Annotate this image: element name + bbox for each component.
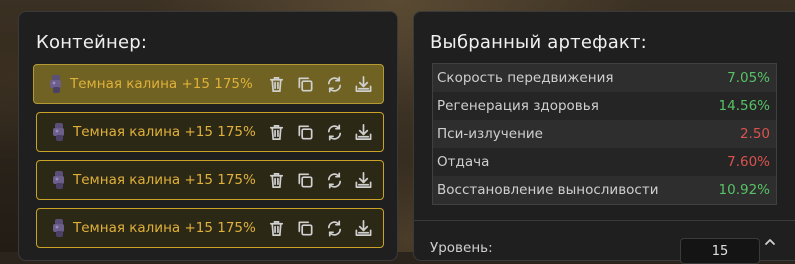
trash-icon[interactable]: [266, 122, 286, 142]
artifact-thumbnail-icon: [53, 171, 64, 189]
stat-name: Пси-излучение: [437, 126, 543, 142]
download-icon[interactable]: [353, 218, 373, 238]
chevron-up-icon[interactable]: [764, 236, 776, 248]
stat-name: Скорость передвижения: [437, 70, 614, 86]
trash-icon[interactable]: [266, 218, 286, 238]
container-item[interactable]: Темная калина +15 175%: [36, 208, 384, 248]
copy-icon[interactable]: [295, 74, 315, 94]
stat-row: Пси-излучение 2.50: [433, 120, 776, 148]
level-input[interactable]: [680, 238, 760, 264]
item-label: Темная калина +15 175%: [73, 220, 256, 236]
stats-table: Скорость передвижения 7.05% Регенерация …: [432, 63, 777, 205]
stat-value: 10.92%: [718, 182, 770, 198]
download-icon[interactable]: [353, 74, 373, 94]
container-panel: Контейнер: Темная калина +15 175% Темная…: [18, 11, 398, 261]
container-item[interactable]: Темная калина +15 175%: [36, 160, 384, 200]
download-icon[interactable]: [353, 170, 373, 190]
artifact-thumbnail-icon: [50, 75, 61, 93]
container-title: Контейнер:: [36, 32, 148, 53]
stat-value: 14.56%: [718, 98, 770, 114]
copy-icon[interactable]: [295, 122, 315, 142]
trash-icon[interactable]: [266, 170, 286, 190]
stat-value: 7.60%: [727, 154, 770, 170]
refresh-icon[interactable]: [324, 74, 344, 94]
copy-icon[interactable]: [295, 170, 315, 190]
stat-name: Отдача: [437, 154, 490, 170]
artifact-thumbnail-icon: [53, 219, 64, 237]
stat-row: Отдача 7.60%: [433, 148, 776, 176]
artifact-thumbnail-icon: [53, 123, 64, 141]
container-item[interactable]: Темная калина +15 175%: [33, 64, 384, 104]
item-label: Темная калина +15 175%: [70, 76, 253, 92]
refresh-icon[interactable]: [324, 122, 344, 142]
level-label: Уровень:: [430, 240, 493, 256]
stat-row: Скорость передвижения 7.05%: [433, 64, 776, 92]
stat-value: 7.05%: [727, 70, 770, 86]
trash-icon[interactable]: [266, 74, 286, 94]
stat-name: Регенерация здоровья: [437, 98, 599, 114]
refresh-icon[interactable]: [324, 218, 344, 238]
divider: [414, 220, 795, 221]
stat-row: Регенерация здоровья 14.56%: [433, 92, 776, 120]
copy-icon[interactable]: [295, 218, 315, 238]
stat-value: 2.50: [739, 126, 770, 142]
selected-artifact-panel: Выбранный артефакт: Скорость передвижени…: [413, 11, 795, 264]
artifact-title: Выбранный артефакт:: [430, 32, 647, 53]
item-label: Темная калина +15 175%: [73, 124, 256, 140]
container-item[interactable]: Темная калина +15 175%: [36, 112, 384, 152]
stat-name: Восстановление выносливости: [437, 182, 659, 198]
item-label: Темная калина +15 175%: [73, 172, 256, 188]
download-icon[interactable]: [353, 122, 373, 142]
stat-row: Восстановление выносливости 10.92%: [433, 176, 776, 204]
refresh-icon[interactable]: [324, 170, 344, 190]
